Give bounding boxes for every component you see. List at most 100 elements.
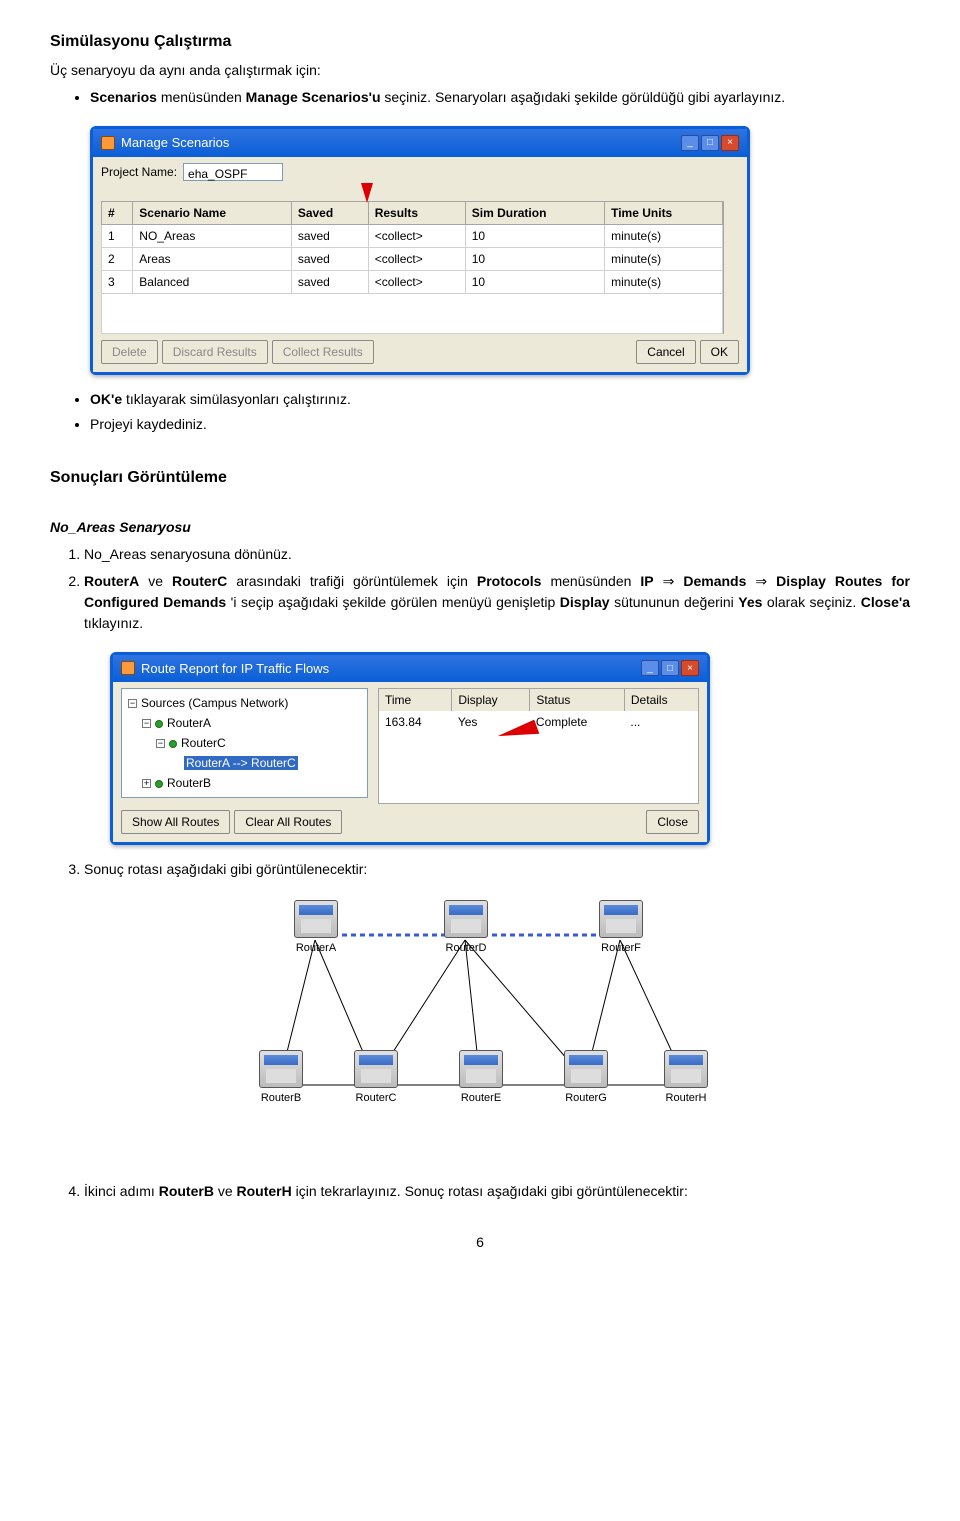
node-routera: RouterA — [285, 900, 347, 957]
intro-1: Üç senaryoyu da aynı anda çalıştırmak iç… — [50, 60, 910, 81]
maximize-icon[interactable]: □ — [701, 135, 719, 151]
collect-results-button[interactable]: Collect Results — [272, 340, 374, 364]
col-time: Time — [378, 689, 451, 712]
col-scenario: Scenario Name — [133, 201, 292, 224]
txt: ⇒ — [654, 573, 684, 589]
txt: Display — [560, 594, 610, 610]
cell: saved — [291, 224, 368, 247]
table-row[interactable]: 3 Balanced saved <collect> 10 minute(s) — [102, 270, 723, 293]
cell: 10 — [465, 224, 604, 247]
source-tree[interactable]: −Sources (Campus Network) −RouterA −Rout… — [121, 688, 368, 798]
cancel-button[interactable]: Cancel — [636, 340, 695, 364]
txt: Sources (Campus Network) — [141, 696, 288, 710]
cell: NO_Areas — [133, 224, 292, 247]
txt: Yes — [738, 594, 762, 610]
col-num: # — [102, 201, 133, 224]
close-button[interactable]: Close — [646, 810, 699, 834]
route-report-window: Route Report for IP Traffic Flows _ □ × … — [110, 652, 710, 845]
col-saved: Saved — [291, 201, 368, 224]
tree-routerb[interactable]: +RouterB — [128, 773, 361, 793]
router-icon — [294, 900, 338, 938]
col-display: Display — [452, 689, 530, 712]
titlebar: Route Report for IP Traffic Flows _ □ × — [113, 655, 707, 683]
txt: RouterB — [159, 1183, 214, 1199]
node-label: RouterE — [461, 1092, 501, 1104]
txt: menüsünden — [541, 573, 640, 589]
txt: İkinci adımı — [84, 1183, 159, 1199]
app-icon — [101, 136, 115, 150]
cell: Balanced — [133, 270, 292, 293]
txt: arasındaki trafiği görüntülemek için — [227, 573, 477, 589]
cell: 3 — [102, 270, 133, 293]
node-routerg: RouterG — [555, 1050, 617, 1107]
discard-results-button[interactable]: Discard Results — [162, 340, 268, 364]
cell: <collect> — [368, 270, 465, 293]
txt: RouterA — [84, 573, 139, 589]
txt: RouterC — [181, 736, 226, 750]
step-4: İkinci adımı RouterB ve RouterH için tek… — [84, 1181, 910, 1202]
cell: saved — [291, 270, 368, 293]
cell: minute(s) — [605, 224, 723, 247]
txt: tıklayınız. — [84, 615, 143, 631]
txt: Scenarios — [90, 89, 157, 105]
tree-routerc[interactable]: −RouterC — [128, 733, 361, 753]
scenarios-table[interactable]: # Scenario Name Saved Results Sim Durati… — [101, 201, 723, 334]
cell: Areas — [133, 247, 292, 270]
show-all-routes-button[interactable]: Show All Routes — [121, 810, 230, 834]
txt: ve — [139, 573, 172, 589]
node-label: RouterH — [666, 1092, 707, 1104]
node-label: RouterF — [601, 942, 641, 954]
project-name-label: Project Name: — [101, 163, 177, 181]
scrollbar[interactable] — [723, 201, 739, 334]
txt: için tekrarlayınız. Sonuç rotası aşağıda… — [292, 1183, 688, 1199]
txt: RouterB — [167, 776, 211, 790]
txt: RouterH — [237, 1183, 292, 1199]
cell: 2 — [102, 247, 133, 270]
table-row[interactable]: 1 NO_Areas saved <collect> 10 minute(s) — [102, 224, 723, 247]
txt: OK'e — [90, 391, 122, 407]
window-title: Manage Scenarios — [121, 133, 229, 153]
heading-sim: Simülasyonu Çalıştırma — [50, 30, 910, 54]
tree-routera[interactable]: −RouterA — [128, 713, 361, 733]
tree-route-leaf[interactable]: RouterA --> RouterC — [128, 753, 361, 773]
delete-button[interactable]: Delete — [101, 340, 158, 364]
cell: <collect> — [368, 247, 465, 270]
col-status: Status — [530, 689, 624, 712]
topology-diagram: RouterA RouterD RouterF RouterB RouterC … — [240, 890, 720, 1150]
node-label: RouterC — [356, 1092, 397, 1104]
app-icon — [121, 661, 135, 675]
bullet-ok: OK'e tıklayarak simülasyonları çalıştırı… — [90, 389, 910, 410]
node-routerh: RouterH — [655, 1050, 717, 1107]
router-icon — [664, 1050, 708, 1088]
route-table[interactable]: Time Display Status Details 163.84 Yes C… — [378, 688, 699, 804]
table-row[interactable]: 163.84 Yes Complete ... — [378, 711, 698, 733]
router-icon — [354, 1050, 398, 1088]
tree-root[interactable]: −Sources (Campus Network) — [128, 693, 361, 713]
col-units: Time Units — [605, 201, 723, 224]
txt: Demands — [683, 573, 746, 589]
maximize-icon[interactable]: □ — [661, 660, 679, 676]
col-details: Details — [624, 689, 698, 712]
cell: ... — [624, 711, 698, 733]
clear-all-routes-button[interactable]: Clear All Routes — [234, 810, 342, 834]
node-routere: RouterE — [450, 1050, 512, 1107]
col-results: Results — [368, 201, 465, 224]
txt: tıklayarak simülasyonları çalıştırınız. — [122, 391, 351, 407]
table-row[interactable]: 2 Areas saved <collect> 10 minute(s) — [102, 247, 723, 270]
step-1: No_Areas senaryosuna dönünüz. — [84, 544, 910, 565]
minimize-icon[interactable]: _ — [681, 135, 699, 151]
project-name-field[interactable]: eha_OSPF — [183, 163, 283, 181]
annotation-arrow-icon — [361, 183, 373, 203]
titlebar: Manage Scenarios _ □ × — [93, 129, 747, 157]
close-icon[interactable]: × — [721, 135, 739, 151]
router-icon — [459, 1050, 503, 1088]
router-icon — [564, 1050, 608, 1088]
close-icon[interactable]: × — [681, 660, 699, 676]
cell: saved — [291, 247, 368, 270]
minimize-icon[interactable]: _ — [641, 660, 659, 676]
cell: minute(s) — [605, 247, 723, 270]
step-3: Sonuç rotası aşağıdaki gibi görüntülenec… — [84, 859, 910, 880]
bullet-scenarios: Scenarios menüsünden Manage Scenarios'u … — [90, 87, 910, 108]
ok-button[interactable]: OK — [700, 340, 739, 364]
node-routerf: RouterF — [590, 900, 652, 957]
